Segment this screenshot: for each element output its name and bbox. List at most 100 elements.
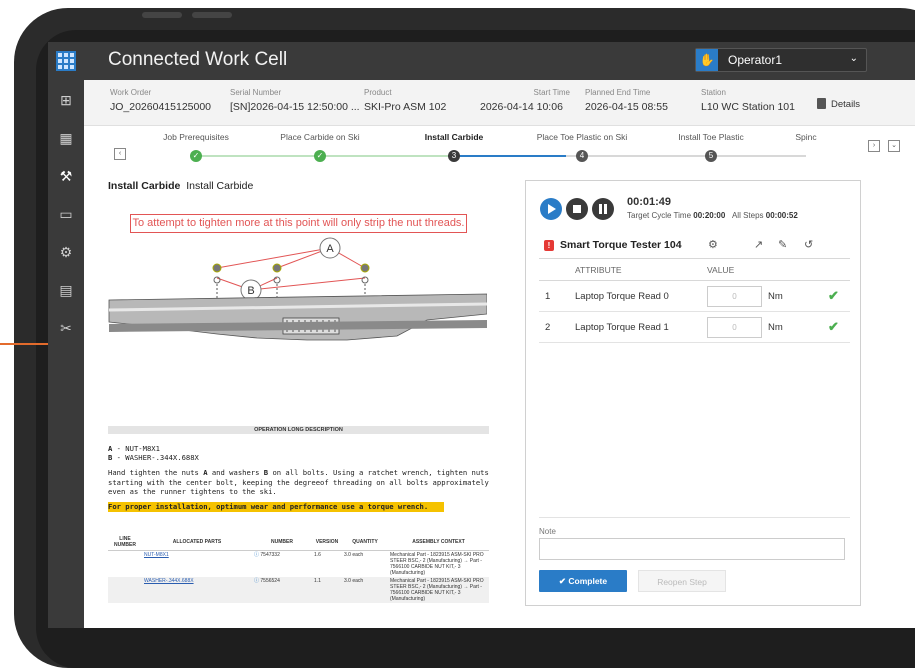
warning-banner: To attempt to tighten more at this point… — [130, 214, 467, 233]
step-place-carbide[interactable]: Place Carbide on Ski — [280, 132, 359, 142]
note-label: Note — [539, 527, 556, 536]
column-header: NUMBER — [252, 534, 312, 551]
tool-name: Smart Torque Tester 104 — [560, 239, 682, 251]
instruction-title-bold: Install Carbide — [108, 180, 181, 192]
line-number-cell — [108, 551, 142, 578]
play-button[interactable] — [540, 198, 562, 220]
table-row: 2 Laptop Torque Read 1 0 Nm ✔ — [539, 311, 850, 343]
quantity-cell: 3.0 each — [344, 552, 364, 558]
serial-number-label: Serial Number — [230, 88, 282, 97]
step-job-prerequisites[interactable]: Job Prerequisites — [163, 132, 229, 142]
product-value: SKI-Pro ASM 102 — [364, 101, 447, 113]
cycle-time-info: Target Cycle Time 00:20:00 All Steps 00:… — [627, 211, 798, 220]
operation-description-header: OPERATION LONG DESCRIPTION — [108, 426, 489, 434]
work-order-label: Work Order — [110, 88, 152, 97]
step-install-carbide[interactable]: Install Carbide — [425, 132, 484, 142]
step-connector — [320, 155, 454, 157]
step-number-badge: 4 — [576, 150, 588, 162]
part-link[interactable]: NUT-M8X1 — [144, 552, 169, 558]
instruction-text: and washers — [207, 468, 264, 477]
station-field: Station L10 WC Station 101 — [701, 88, 795, 113]
monitor-icon[interactable]: ▭ — [56, 205, 76, 223]
cycle-time-value: 00:20:00 — [693, 211, 726, 220]
checkmark-icon: ✓ — [190, 150, 202, 162]
station-value: L10 WC Station 101 — [701, 101, 795, 113]
calendar-icon[interactable]: ▦ — [56, 129, 76, 147]
tool-row: ! Smart Torque Tester 104 ⚙ ↗ ✎ ↺ — [540, 238, 850, 254]
column-header: ALLOCATED PARTS — [142, 534, 252, 551]
report-icon[interactable]: ▤ — [56, 281, 76, 299]
note-input[interactable] — [539, 538, 845, 560]
value-input[interactable]: 0 — [707, 285, 762, 307]
attribute-name: Laptop Torque Read 0 — [569, 280, 701, 312]
hardware-button — [192, 12, 232, 18]
assembly-context-cell: Mechanical Part - 1823915 ASM-SKI PRO ST… — [388, 577, 489, 603]
column-header: LINE NUMBER — [108, 534, 142, 551]
legend-a: A - NUT-M8X1 — [108, 444, 160, 453]
unit-cell: Nm — [762, 311, 822, 343]
status-header — [822, 258, 850, 281]
callout-a-label: A — [326, 243, 334, 255]
gear-icon[interactable]: ⚙ — [708, 238, 718, 251]
nut-icon — [212, 263, 222, 273]
complete-button[interactable]: ✔ Complete — [539, 570, 627, 592]
step-prev-button[interactable]: ‹ — [114, 148, 126, 160]
tools-icon[interactable]: ✂ — [56, 319, 76, 337]
step-next-button[interactable]: › — [868, 140, 880, 152]
top-bar: Connected Work Cell ✋ Operator1 ⌄ — [48, 42, 915, 80]
document-icon — [817, 98, 826, 109]
history-icon[interactable]: ↺ — [804, 238, 813, 251]
steps-dropdown-button[interactable]: ⌄ — [888, 140, 900, 152]
legend-a-text: - NUT-M8X1 — [112, 444, 160, 453]
part-link[interactable]: WASHER-.344X.688X — [144, 578, 194, 584]
workstation-icon[interactable]: ⚒ — [56, 167, 76, 185]
legend-b: B - WASHER-.344X.688X — [108, 453, 199, 462]
dashboard-icon[interactable]: ⊞ — [56, 91, 76, 109]
robot-icon[interactable]: ⚙ — [56, 243, 76, 261]
step-spinc[interactable]: Spinc — [795, 132, 816, 142]
part-number-cell: 7556524 — [260, 578, 280, 584]
table-header-row: ATTRIBUTE VALUE — [539, 258, 850, 281]
elapsed-timer: 00:01:49 — [627, 196, 672, 208]
instruction-body: Hand tighten the nuts A and washers B on… — [108, 468, 492, 497]
info-icon[interactable]: ⓘ — [254, 552, 259, 558]
value-header: VALUE — [701, 258, 762, 281]
app-title: Connected Work Cell — [108, 49, 288, 70]
details-button[interactable]: Details — [817, 98, 860, 110]
callout-line — [216, 247, 331, 269]
info-icon[interactable]: ⓘ — [254, 578, 259, 584]
table-row: WASHER-.344X.688X ⓘ 7556524 1.1 3.0 each… — [108, 577, 489, 603]
step-install-toe-plastic[interactable]: Install Toe Plastic — [678, 132, 744, 142]
version-cell: 1.1 — [312, 577, 342, 603]
table-row: 1 Laptop Torque Read 0 0 Nm ✔ — [539, 280, 850, 312]
edit-icon[interactable]: ↗ — [754, 238, 763, 251]
washer-icon — [361, 276, 369, 284]
grid-menu-icon[interactable] — [56, 51, 76, 71]
decorative-line — [0, 343, 48, 345]
step-place-toe-plastic[interactable]: Place Toe Plastic on Ski — [537, 132, 628, 142]
table-row: NUT-M8X1 ⓘ 7547332 1.6 3.0 each Mechanic… — [108, 551, 489, 578]
unit-cell: Nm — [762, 280, 822, 312]
product-field: Product SKI-Pro ASM 102 — [364, 88, 446, 113]
all-steps-label: All Steps — [731, 211, 764, 220]
app-screen: Connected Work Cell ✋ Operator1 ⌄ ⊞ ▦ ⚒ … — [48, 42, 915, 628]
reopen-step-button[interactable]: Reopen Step — [638, 570, 726, 592]
serial-number-field: Serial Number [SN]2026-04-15 12:50:00 ..… — [230, 88, 360, 113]
pencil-icon[interactable]: ✎ — [778, 238, 787, 251]
checkmark-icon: ✔ — [828, 319, 839, 334]
quantity-cell: 3.0 each — [342, 577, 388, 603]
washer-icon — [213, 276, 221, 284]
product-label: Product — [364, 88, 392, 97]
planned-end-label: Planned End Time — [585, 88, 651, 97]
nut-icon — [272, 263, 282, 273]
step-progress: ‹ Job Prerequisites ✓ Place Carbide on S… — [84, 126, 915, 170]
stop-button[interactable] — [566, 198, 588, 220]
table-header-row: LINE NUMBER ALLOCATED PARTS NUMBER VERSI… — [108, 534, 489, 551]
operator-dropdown[interactable]: ✋ Operator1 ⌄ — [695, 48, 867, 72]
pause-button[interactable] — [592, 198, 614, 220]
step-connector — [456, 155, 566, 157]
value-input[interactable]: 0 — [707, 316, 762, 338]
hardware-button — [142, 12, 182, 18]
instruction-title: Install Carbide Install Carbide — [108, 180, 253, 192]
version-cell: 1.6 — [314, 552, 321, 558]
